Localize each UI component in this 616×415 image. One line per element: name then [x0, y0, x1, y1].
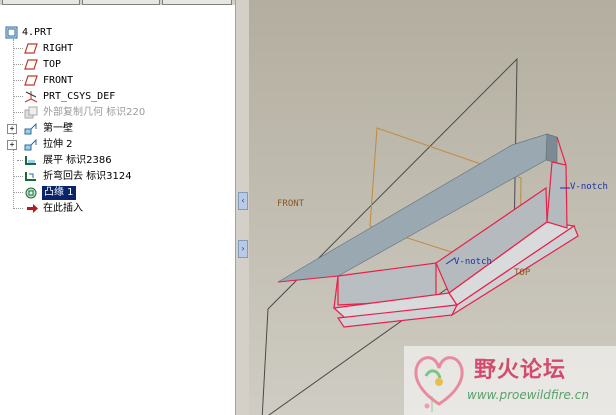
tree-item-label: 展平 标识2386	[43, 155, 112, 166]
flange-end	[546, 161, 568, 229]
tree-item-label: TOP	[43, 59, 62, 70]
v-notch-label-1: V-notch	[454, 257, 492, 267]
tree-item-insert-here[interactable]: 在此插入	[0, 201, 236, 217]
tree-item-label: RIGHT	[43, 43, 74, 54]
wall-icon	[24, 122, 38, 135]
panel-tabs	[0, 0, 236, 5]
model-tree-panel: 4.PRT RIGHT TOP FRONT PRT_CSYS_DEF 外部复制几…	[0, 0, 237, 415]
insert-arrow-icon	[26, 202, 40, 215]
part-icon	[5, 26, 19, 39]
tree-item-right[interactable]: RIGHT	[0, 41, 236, 57]
copy-geom-icon	[24, 106, 38, 119]
tree-item-bendback[interactable]: 折弯回去 标识3124	[0, 169, 236, 185]
top-plane-label: TOP	[514, 268, 531, 278]
bendback-icon	[24, 170, 38, 183]
tree-item-top[interactable]: TOP	[0, 57, 236, 73]
tree-item-label: 在此插入	[43, 203, 83, 214]
front-plane-label: FRONT	[277, 199, 305, 209]
end-face	[545, 133, 558, 164]
tree-item-copy-geom[interactable]: 外部复制几何 标识220	[0, 105, 236, 121]
flange-icon	[24, 186, 38, 199]
tab-favorites[interactable]	[162, 0, 232, 5]
csys-icon	[24, 90, 38, 103]
unbend-icon	[24, 154, 38, 167]
extrude-icon	[24, 138, 38, 151]
tree-root-label: 4.PRT	[22, 27, 53, 38]
tree-item-label: FRONT	[43, 75, 74, 86]
watermark-title: 野火论坛	[474, 358, 567, 383]
expand-toggle[interactable]: +	[7, 140, 17, 150]
tree-item-flange[interactable]: 凸缘 1	[0, 185, 236, 201]
tree-item-unbend[interactable]: 展平 标识2386	[0, 153, 236, 169]
datum-plane-icon	[24, 74, 38, 87]
tree-item-label: PRT_CSYS_DEF	[43, 91, 116, 102]
tree-item-front[interactable]: FRONT	[0, 73, 236, 89]
expand-right-button[interactable]: ›	[238, 240, 248, 258]
tree-item-label: 外部复制几何 标识220	[43, 107, 146, 118]
collapse-left-button[interactable]: ‹	[238, 192, 248, 210]
tab-folder-browser[interactable]	[82, 0, 160, 5]
tree-item-label: 拉伸 2	[43, 139, 73, 150]
tree-item-extrude[interactable]: + 拉伸 2	[0, 137, 236, 153]
v-notch-label-2: V-notch	[570, 182, 608, 192]
watermark-url: www.proewildfire.cn	[467, 388, 589, 402]
tree-item-first-wall[interactable]: + 第一壁	[0, 121, 236, 137]
datum-plane-icon	[24, 42, 38, 55]
tree-item-label: 第一壁	[43, 123, 73, 134]
tree-item-label: 折弯回去 标识3124	[43, 171, 132, 182]
tab-model-tree[interactable]	[2, 0, 80, 5]
expand-toggle[interactable]: +	[7, 124, 17, 134]
tree-item-label: 凸缘 1	[42, 186, 76, 200]
watermark-logo-icon	[414, 356, 464, 406]
tree-root[interactable]: 4.PRT	[0, 25, 236, 41]
datum-plane-icon	[24, 58, 38, 71]
tree-item-csys[interactable]: PRT_CSYS_DEF	[0, 89, 236, 105]
